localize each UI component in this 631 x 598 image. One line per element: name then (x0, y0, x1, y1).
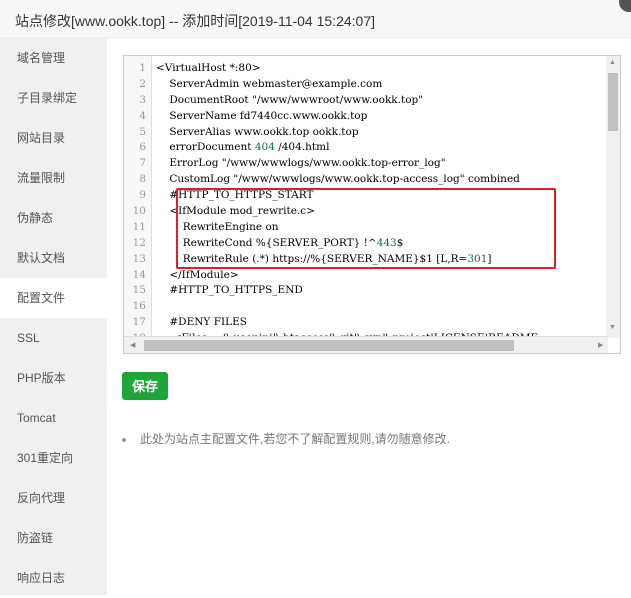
text-token: $ (396, 236, 404, 249)
sidebar-item[interactable]: Tomcat (0, 398, 107, 438)
numeric-token: 404 (254, 141, 275, 154)
text-token: ] (487, 252, 492, 265)
sidebar: 域名管理 子目录绑定 网站目录 流量限制 伪静态 默认文档 配置文件 SSL PHP版本 Tomc… (0, 38, 107, 595)
line-number: 6 (139, 141, 146, 154)
line-text: </IfModule> (156, 268, 239, 281)
horizontal-scrollbar[interactable]: ◀ ▶ (124, 336, 608, 353)
sidebar-item[interactable]: 网站目录 (0, 118, 107, 158)
code-line: 5 ServerAlias www.ookk.top ookk.top (124, 125, 538, 141)
line-text: #HTTP_TO_HTTPS_START (156, 189, 314, 202)
text-token: /404.html (274, 141, 330, 154)
line-number: 1 (139, 62, 146, 74)
line-text: ErrorLog "/www/wwwlogs/www.ookk.top-erro… (156, 157, 446, 170)
numeric-token: 443 (376, 236, 397, 249)
line-text: <VirtualHost *:80> (156, 62, 261, 74)
config-editor[interactable]: 1 <VirtualHost *:80> 2 ServerAdmin webmast… (123, 55, 621, 354)
code-line: 13 RewriteRule (.*) https://%{SERVER_NAM… (124, 252, 538, 268)
line-number: 10 (132, 205, 146, 218)
close-icon[interactable] (619, 0, 631, 12)
line-text: #HTTP_TO_HTTPS_END (156, 284, 303, 297)
sidebar-item[interactable]: 子目录绑定 (0, 78, 107, 118)
horizontal-scroll-thumb[interactable] (144, 340, 514, 351)
scroll-right-icon[interactable]: ▶ (598, 341, 603, 349)
text-token: errorDocument (156, 141, 255, 154)
tips-list: 此处为站点主配置文件,若您不了解配置规则,请勿随意修改. (122, 430, 450, 447)
line-number: 16 (132, 300, 146, 313)
line-text: RewriteEngine on (156, 220, 279, 233)
code-content[interactable]: 1 <VirtualHost *:80> 2 ServerAdmin webmast… (124, 61, 539, 347)
code-line: 12 RewriteCond %{SERVER_PORT} !^443$ (124, 236, 538, 252)
line-number: 4 (139, 109, 146, 122)
sidebar-item[interactable]: 默认文档 (0, 238, 107, 278)
line-text: ServerAdmin webmaster@example.com (156, 77, 383, 90)
line-number: 14 (132, 268, 146, 281)
line-text: RewriteCond %{SERVER_PORT} !^443$ (156, 236, 404, 249)
save-button[interactable]: 保存 (122, 372, 168, 400)
sidebar-item[interactable]: 反向代理 (0, 478, 107, 518)
sidebar-item[interactable]: 配置文件 (0, 278, 107, 318)
line-number: 12 (132, 236, 146, 249)
line-number: 2 (139, 77, 146, 90)
line-text: CustomLog "/www/wwwlogs/www.ookk.top-acc… (156, 173, 520, 186)
line-number: 5 (139, 125, 146, 138)
code-line: 9 #HTTP_TO_HTTPS_START (124, 188, 538, 204)
line-number: 7 (139, 157, 146, 170)
code-line: 17 #DENY FILES (124, 315, 538, 331)
code-line: 7 ErrorLog "/www/wwwlogs/www.ookk.top-er… (124, 156, 538, 172)
line-number: 15 (132, 284, 146, 297)
line-text: ServerName fd7440cc.www.ookk.top (156, 109, 368, 122)
numeric-token: 301 (467, 252, 488, 265)
vertical-scroll-thumb[interactable] (608, 73, 618, 131)
text-token: RewriteCond %{SERVER_PORT} !^ (156, 236, 377, 249)
vertical-scrollbar[interactable]: ▲ ▼ (606, 56, 620, 338)
code-line: 1 <VirtualHost *:80> (124, 61, 538, 77)
code-line: 2 ServerAdmin webmaster@example.com (124, 77, 538, 93)
dialog-title: 站点修改[www.ookk.top] -- 添加时间[2019-11-04 15… (15, 13, 375, 29)
sidebar-item[interactable]: 域名管理 (0, 38, 107, 78)
line-number: 17 (132, 316, 146, 329)
scroll-up-icon[interactable]: ▲ (609, 59, 616, 66)
code-line: 8 CustomLog "/www/wwwlogs/www.ookk.top-a… (124, 172, 538, 188)
sidebar-item[interactable]: 301重定向 (0, 438, 107, 478)
line-number: 9 (139, 189, 146, 202)
sidebar-item[interactable]: 流量限制 (0, 158, 107, 198)
scroll-down-icon[interactable]: ▼ (609, 324, 616, 331)
line-text: RewriteRule (.*) https://%{SERVER_NAME}$… (156, 253, 492, 265)
code-line: 16 (124, 299, 538, 315)
code-line: 15 #HTTP_TO_HTTPS_END (124, 283, 538, 299)
line-text: DocumentRoot "/www/wwwroot/www.ookk.top" (156, 93, 424, 106)
dialog-titlebar: 站点修改[www.ookk.top] -- 添加时间[2019-11-04 15… (0, 0, 631, 38)
code-line: 10 <IfModule mod_rewrite.c> (124, 204, 538, 220)
code-line: 3 DocumentRoot "/www/wwwroot/www.ookk.to… (124, 93, 538, 109)
sidebar-item[interactable]: SSL (0, 318, 107, 358)
line-number: 8 (139, 173, 146, 186)
line-number: 11 (132, 220, 146, 233)
code-line: 6 errorDocument 404 /404.html (124, 140, 538, 156)
tip-text: 此处为站点主配置文件,若您不了解配置规则,请勿随意修改. (140, 432, 451, 446)
bullet-icon (122, 437, 126, 442)
sidebar-item[interactable]: 伪静态 (0, 198, 107, 238)
line-text: errorDocument 404 /404.html (156, 141, 329, 153)
text-token: RewriteRule (.*) https://%{SERVER_NAME}$… (156, 252, 468, 265)
code-line: 14 </IfModule> (124, 268, 538, 284)
line-number: 13 (132, 252, 146, 265)
line-text: ServerAlias www.ookk.top ookk.top (156, 125, 359, 138)
line-number: 3 (139, 93, 146, 106)
sidebar-item[interactable]: PHP版本 (0, 358, 107, 398)
line-text: #DENY FILES (156, 316, 247, 329)
line-text: <IfModule mod_rewrite.c> (156, 205, 315, 218)
code-line: 11 RewriteEngine on (124, 220, 538, 236)
scroll-left-icon[interactable]: ◀ (130, 341, 135, 349)
sidebar-item[interactable]: 响应日志 (0, 558, 107, 598)
code-line: 4 ServerName fd7440cc.www.ookk.top (124, 109, 538, 125)
sidebar-item[interactable]: 防盗链 (0, 518, 107, 558)
